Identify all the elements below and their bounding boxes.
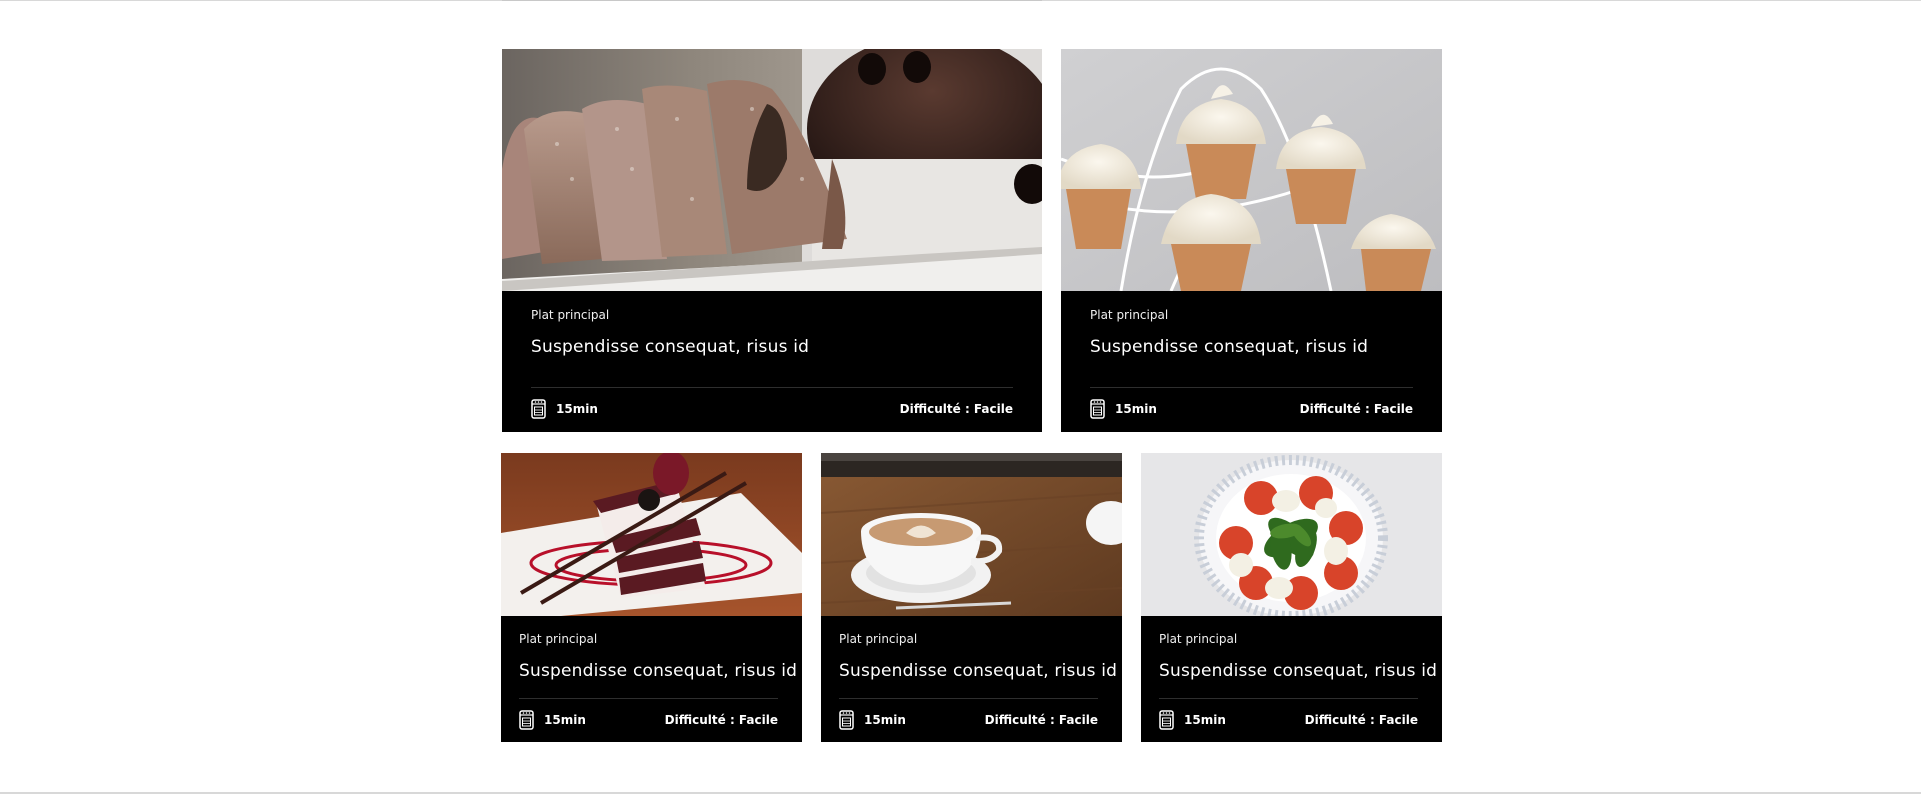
card-divider: [1090, 387, 1413, 388]
recipe-time-label: 15min: [864, 713, 906, 727]
recipe-category: Plat principal: [519, 632, 598, 646]
recipe-title[interactable]: Suspendisse consequat, risus id: [531, 337, 809, 357]
recipe-time-label: 15min: [1184, 713, 1226, 727]
recipe-time: 15min: [1090, 399, 1157, 419]
card-body: Plat principal Suspendisse consequat, ri…: [821, 616, 1122, 742]
recipe-category: Plat principal: [1159, 632, 1238, 646]
recipe-card[interactable]: Plat principal Suspendisse consequat, ri…: [502, 49, 1042, 432]
card-body: Plat principal Suspendisse consequat, ri…: [1141, 616, 1442, 742]
card-divider: [1159, 698, 1418, 699]
top-divider-accent: [502, 0, 1042, 1]
oven-icon: [839, 710, 854, 730]
recipe-time-label: 15min: [556, 402, 598, 416]
recipe-time: 15min: [1159, 710, 1226, 730]
caprese-salad-photo: [1141, 453, 1442, 616]
recipe-title[interactable]: Suspendisse consequat, risus id: [519, 661, 797, 681]
recipe-time: 15min: [519, 710, 586, 730]
recipe-title[interactable]: Suspendisse consequat, risus id: [839, 661, 1117, 681]
recipe-card[interactable]: Plat principal Suspendisse consequat, ri…: [1061, 49, 1442, 432]
recipe-time-label: 15min: [544, 713, 586, 727]
recipe-category: Plat principal: [1090, 308, 1169, 322]
coffee-cup-photo: [821, 453, 1122, 616]
recipe-time: 15min: [839, 710, 906, 730]
recipe-difficulty: Difficulté : Facile: [1299, 402, 1413, 416]
card-divider: [839, 698, 1098, 699]
recipe-card[interactable]: Plat principal Suspendisse consequat, ri…: [501, 453, 802, 742]
card-body: Plat principal Suspendisse consequat, ri…: [501, 616, 802, 742]
recipe-card[interactable]: Plat principal Suspendisse consequat, ri…: [1141, 453, 1442, 742]
card-body: Plat principal Suspendisse consequat, ri…: [502, 291, 1042, 432]
recipe-difficulty: Difficulté : Facile: [1304, 713, 1418, 727]
card-body: Plat principal Suspendisse consequat, ri…: [1061, 291, 1442, 432]
recipe-difficulty: Difficulté : Facile: [984, 713, 1098, 727]
card-divider: [519, 698, 778, 699]
recipe-difficulty: Difficulté : Facile: [899, 402, 1013, 416]
recipe-title[interactable]: Suspendisse consequat, risus id: [1090, 337, 1368, 357]
recipe-time-label: 15min: [1115, 402, 1157, 416]
recipe-category: Plat principal: [531, 308, 610, 322]
cupcakes-photo: [1061, 49, 1442, 291]
oven-icon: [531, 399, 546, 419]
oven-icon: [519, 710, 534, 730]
sliced-cake-photo: [502, 49, 1042, 291]
card-divider: [531, 387, 1013, 388]
oven-icon: [1159, 710, 1174, 730]
recipe-difficulty: Difficulté : Facile: [664, 713, 778, 727]
red-velvet-cake-photo: [501, 453, 802, 616]
recipe-card[interactable]: Plat principal Suspendisse consequat, ri…: [821, 453, 1122, 742]
oven-icon: [1090, 399, 1105, 419]
recipe-title[interactable]: Suspendisse consequat, risus id: [1159, 661, 1437, 681]
recipe-time: 15min: [531, 399, 598, 419]
recipe-category: Plat principal: [839, 632, 918, 646]
